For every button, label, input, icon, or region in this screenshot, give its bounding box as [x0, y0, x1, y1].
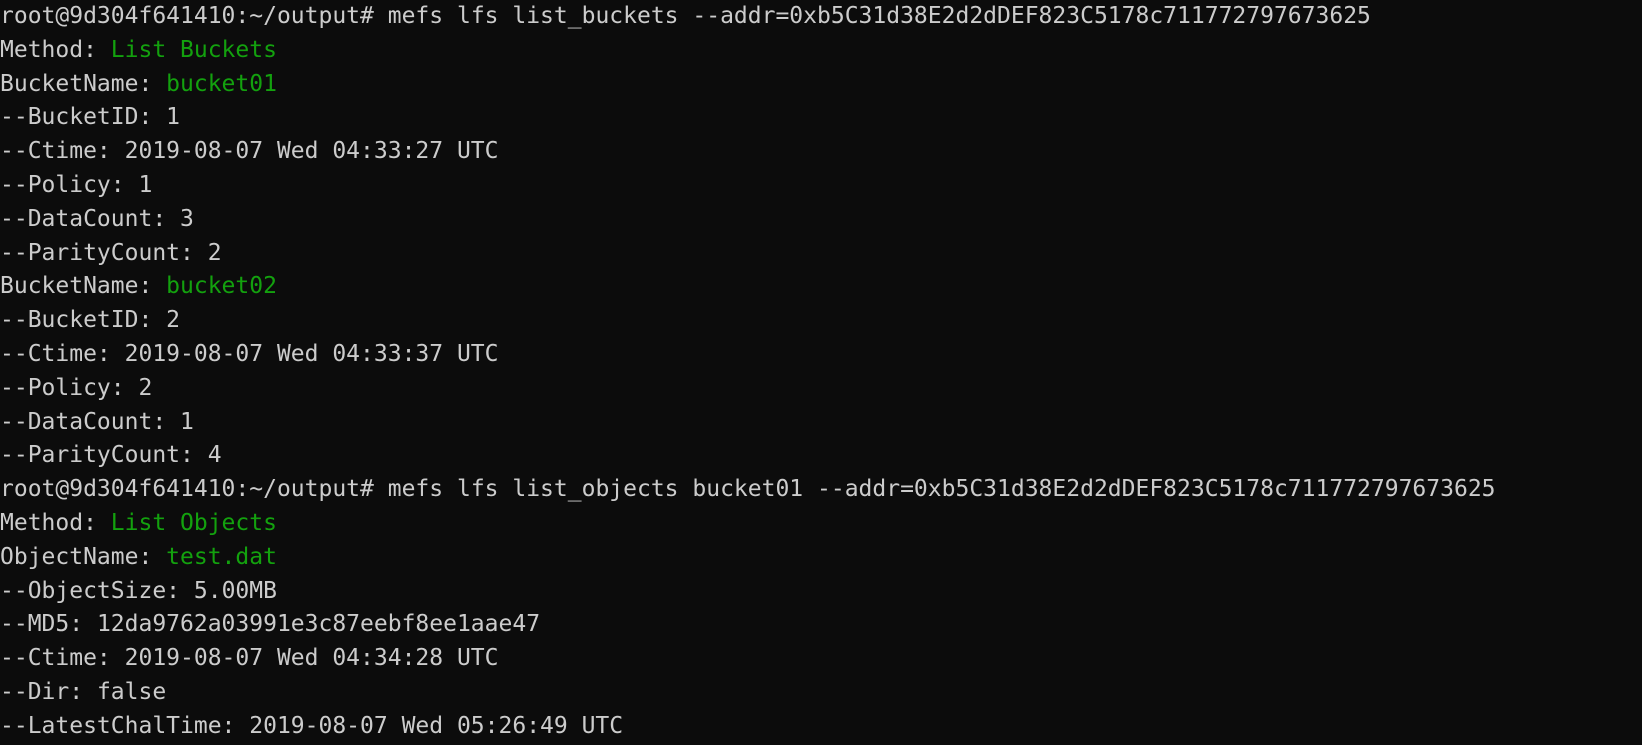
- output-line: --DataCount: 3: [0, 203, 1642, 237]
- output-line: --LatestChalTime: 2019-08-07 Wed 05:26:4…: [0, 710, 1642, 744]
- field-value: bucket02: [166, 273, 277, 300]
- field-value: 3: [180, 205, 194, 232]
- field-label: --BucketID:: [0, 104, 167, 131]
- field-value: 2019-08-07 Wed 04:33:37 UTC: [124, 340, 499, 367]
- output-line: --MD5: 12da9762a03991e3c87eebf8ee1aae47: [0, 608, 1642, 642]
- field-label: Method:: [0, 36, 111, 63]
- command-line: root@9d304f641410:~/output# mefs lfs lis…: [0, 0, 1642, 34]
- field-value: 4: [207, 442, 222, 469]
- shell-prompt: root@9d304f641410:~/output#: [0, 476, 388, 503]
- output-line: --Ctime: 2019-08-07 Wed 04:33:27 UTC: [0, 135, 1642, 169]
- command-line: root@9d304f641410:~/output# mefs lfs lis…: [0, 473, 1642, 507]
- field-value: List Objects: [110, 509, 277, 536]
- field-value: test.dat: [166, 543, 277, 570]
- output-line: ObjectName: test.dat: [0, 541, 1642, 575]
- field-label: --Ctime:: [0, 645, 125, 672]
- field-label: --DataCount:: [0, 205, 181, 232]
- field-label: --BucketID:: [0, 307, 167, 334]
- output-line: --BucketID: 2: [0, 304, 1642, 338]
- field-label: --Ctime:: [0, 340, 125, 367]
- field-label: ObjectName:: [0, 543, 167, 570]
- output-line: Method: List Objects: [0, 507, 1642, 541]
- command-text: mefs lfs list_buckets --addr=0xb5C31d38E…: [387, 3, 1371, 29]
- field-label: --Policy:: [0, 171, 139, 198]
- output-line: BucketName: bucket01: [0, 68, 1642, 102]
- output-line: --ObjectSize: 5.00MB: [0, 575, 1642, 609]
- field-label: Method:: [0, 509, 111, 536]
- field-label: --ParityCount:: [0, 239, 208, 266]
- field-value: 2019-08-07 Wed 04:33:27 UTC: [124, 138, 499, 165]
- output-line: --Ctime: 2019-08-07 Wed 04:33:37 UTC: [0, 338, 1642, 372]
- field-label: BucketName:: [0, 70, 167, 97]
- field-value: List Buckets: [110, 36, 277, 63]
- field-label: --LatestChalTime:: [0, 712, 250, 739]
- field-label: --DataCount:: [0, 408, 181, 435]
- command-text: mefs lfs list_objects bucket01 --addr=0x…: [387, 476, 1496, 503]
- output-line: --BucketID: 1: [0, 101, 1642, 135]
- field-value: 2: [207, 239, 222, 266]
- field-value: false: [96, 678, 167, 705]
- field-value: 2: [166, 307, 181, 334]
- output-line: --Policy: 2: [0, 372, 1642, 406]
- field-value: 2019-08-07 Wed 04:34:28 UTC: [124, 645, 499, 672]
- field-label: BucketName:: [0, 273, 167, 300]
- output-line: Method: List Buckets: [0, 34, 1642, 68]
- field-value: 2019-08-07 Wed 05:26:49 UTC: [249, 712, 624, 739]
- field-label: --Ctime:: [0, 138, 125, 165]
- field-label: --Dir:: [0, 678, 97, 705]
- output-line: --ParityCount: 4: [0, 439, 1642, 473]
- field-label: --ObjectSize:: [0, 577, 194, 604]
- field-value: 2: [138, 374, 153, 401]
- field-value: 1: [180, 408, 194, 435]
- field-label: --Policy:: [0, 374, 139, 401]
- output-line: --ParityCount: 2: [0, 237, 1642, 271]
- terminal-window[interactable]: root@9d304f641410:~/output# mefs lfs lis…: [0, 0, 1642, 745]
- field-label: --ParityCount:: [0, 442, 208, 469]
- field-value: 1: [166, 104, 181, 131]
- output-line: --Ctime: 2019-08-07 Wed 04:34:28 UTC: [0, 642, 1642, 676]
- shell-prompt: root@9d304f641410:~/output#: [0, 3, 388, 29]
- output-line: --Dir: false: [0, 676, 1642, 710]
- field-label: --MD5:: [0, 611, 97, 638]
- output-line: BucketName: bucket02: [0, 270, 1642, 304]
- output-line: --Policy: 1: [0, 169, 1642, 203]
- output-line: --DataCount: 1: [0, 406, 1642, 440]
- field-value: 5.00MB: [193, 577, 277, 604]
- field-value: 1: [138, 171, 153, 198]
- field-value: bucket01: [166, 70, 277, 97]
- field-value: 12da9762a03991e3c87eebf8ee1aae47: [96, 611, 541, 638]
